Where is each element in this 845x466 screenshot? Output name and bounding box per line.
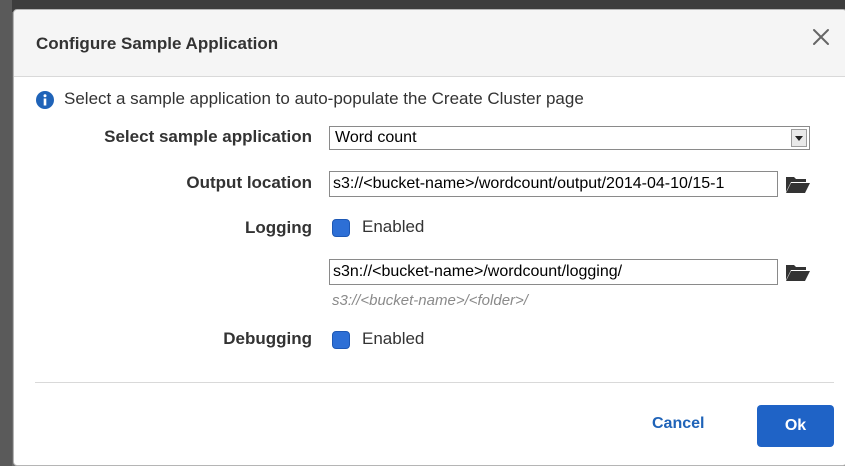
debugging-label: Debugging: [223, 329, 312, 348]
dropdown-arrow[interactable]: [791, 129, 807, 147]
dialog-header: Configure Sample Application: [14, 10, 845, 77]
cancel-button[interactable]: Cancel: [652, 415, 704, 433]
folder-open-icon[interactable]: [785, 262, 811, 282]
sample-application-select[interactable]: Word count: [329, 126, 810, 150]
configure-sample-application-dialog: Configure Sample Application Select a sa…: [13, 9, 845, 466]
folder-open-icon[interactable]: [785, 174, 811, 194]
sample-application-label: Select sample application: [104, 127, 312, 146]
output-location-label: Output location: [186, 173, 312, 192]
footer-divider: [35, 382, 834, 383]
ok-button[interactable]: Ok: [757, 405, 834, 447]
dialog-title: Configure Sample Application: [36, 34, 279, 53]
debugging-enabled-checkbox[interactable]: [332, 331, 350, 349]
logging-path-hint: s3://<bucket-name>/<folder>/: [332, 292, 528, 309]
info-text: Select a sample application to auto-popu…: [64, 89, 584, 108]
close-icon[interactable]: [810, 26, 832, 48]
info-icon: [36, 91, 54, 109]
background-window-edge: [0, 0, 12, 466]
logging-label: Logging: [244, 218, 312, 237]
output-location-input[interactable]: [329, 171, 778, 197]
debugging-enabled-label: Enabled: [362, 329, 425, 348]
logging-enabled-label: Enabled: [362, 217, 425, 236]
logging-enabled-checkbox[interactable]: [332, 219, 350, 237]
chevron-down-icon: [795, 136, 803, 141]
logging-path-input[interactable]: [329, 259, 778, 285]
sample-application-value: Word count: [335, 129, 417, 146]
